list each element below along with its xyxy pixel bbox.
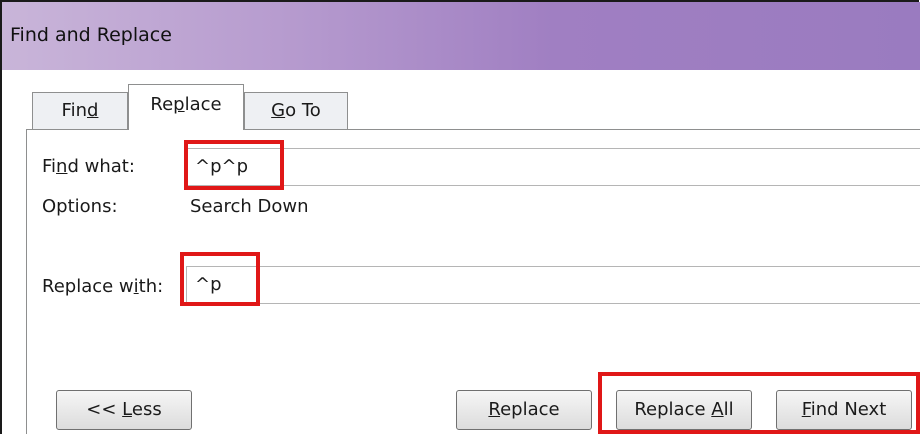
options-label: Options: xyxy=(42,196,118,217)
title-bar[interactable]: Find and Replace xyxy=(2,2,920,70)
tab-panel-left-border xyxy=(26,129,27,434)
options-value: Search Down xyxy=(190,196,309,217)
find-what-value: ^p^p xyxy=(195,156,249,177)
find-what-input[interactable]: ^p^p xyxy=(186,148,920,186)
find-next-button-label: Find Next xyxy=(801,399,887,420)
find-next-button[interactable]: Find Next xyxy=(776,390,912,430)
replace-button[interactable]: Replace xyxy=(456,390,592,430)
tab-find[interactable]: Find xyxy=(32,92,128,130)
tab-find-label: Find xyxy=(61,100,99,121)
less-button[interactable]: << Less xyxy=(56,390,192,430)
find-what-label: Find what: xyxy=(42,156,135,177)
replace-with-value: ^p xyxy=(195,274,222,295)
tab-go-to-label: Go To xyxy=(271,100,321,121)
replace-with-input[interactable]: ^p xyxy=(186,266,920,304)
window-title: Find and Replace xyxy=(10,24,172,46)
replace-all-button-label: Replace All xyxy=(634,399,734,420)
tab-replace-label: Replace xyxy=(150,94,222,115)
tab-go-to[interactable]: Go To xyxy=(244,92,348,130)
replace-with-label: Replace with: xyxy=(42,276,164,297)
tab-replace[interactable]: Replace xyxy=(128,84,244,130)
less-button-label: << Less xyxy=(86,399,162,420)
replace-all-button[interactable]: Replace All xyxy=(616,390,752,430)
replace-button-label: Replace xyxy=(488,399,560,420)
